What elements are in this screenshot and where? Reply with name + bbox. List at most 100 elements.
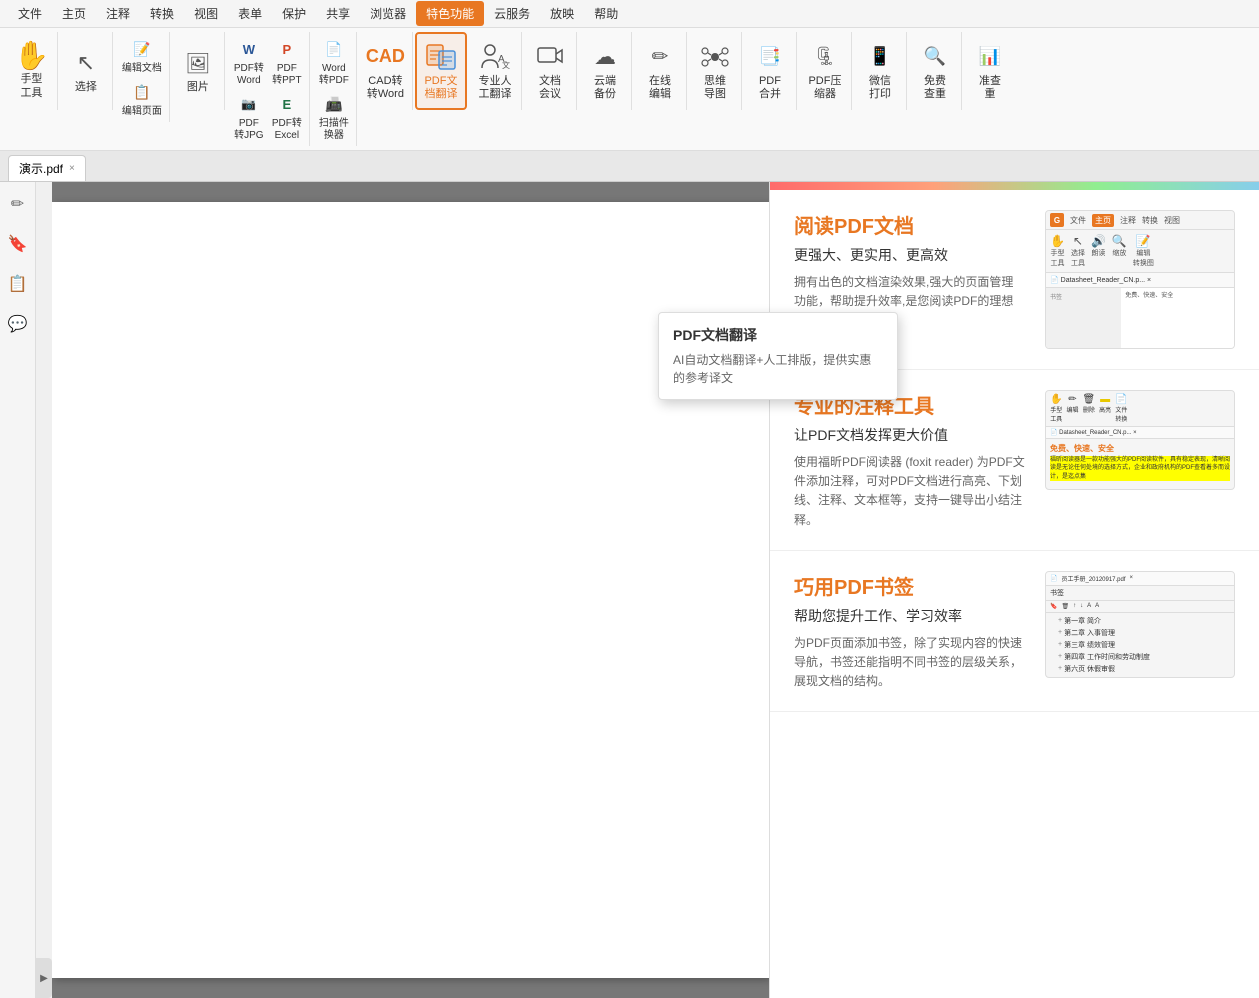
pdf-translate-button[interactable]: PDF文档翻译: [419, 38, 463, 104]
online-edit-icon: ✏: [644, 41, 676, 73]
pdf-excel-icon: E: [274, 91, 300, 117]
pdf-to-word-button[interactable]: W PDF转Word: [231, 34, 267, 89]
translate-icon: [425, 41, 457, 73]
scan-icon: 📠: [321, 91, 347, 117]
menu-item-view[interactable]: 视图: [184, 1, 228, 26]
close-icon[interactable]: ×: [69, 163, 75, 174]
tooltip-title: PDF文档翻译: [673, 325, 883, 345]
menu-item-cloud[interactable]: 云服务: [484, 1, 540, 26]
promo-desc-annotation: 使用福昕PDF阅读器 (foxit reader) 为PDF文件添加注释，可对P…: [794, 453, 1025, 530]
promo-header-bar: [770, 182, 1259, 190]
menu-item-share[interactable]: 共享: [316, 1, 360, 26]
menu-item-form[interactable]: 表单: [228, 1, 272, 26]
tab-file[interactable]: 演示.pdf ×: [8, 155, 86, 181]
promo-panel: 阅读PDF文档 更强大、更实用、更高效 拥有出色的文档渲染效果,强大的页面管理功…: [769, 182, 1259, 998]
pdf-word-icon: W: [236, 36, 262, 62]
word-pdf-icon: 📄: [321, 36, 347, 62]
pdf-convert-group: W PDF转Word P PDF转PPT 📷 PDF转JPG E PDF转Exc…: [227, 32, 310, 146]
promo-text-bookmark: 巧用PDF书签 帮助您提升工作、学习效率 为PDF页面添加书签，除了实现内容的快…: [794, 571, 1025, 692]
menu-item-help[interactable]: 帮助: [584, 1, 628, 26]
pdf-area: [52, 182, 769, 998]
free-check-button[interactable]: 🔍 免费查重: [913, 38, 957, 104]
word-to-pdf-button[interactable]: 📄 Word转PDF: [316, 34, 352, 89]
image-button[interactable]: 🖼 图片: [176, 44, 220, 97]
tooltip-popup: PDF文档翻译 AI自动文档翻译+人工排版，提供实惠的参考译文: [658, 312, 898, 400]
human-translate-group: A 文 专业人工翻译: [469, 32, 522, 110]
human-translate-button[interactable]: A 文 专业人工翻译: [473, 38, 517, 104]
pdf-to-jpg-button[interactable]: 📷 PDF转JPG: [231, 89, 267, 144]
svg-text:文: 文: [502, 60, 510, 70]
online-edit-button[interactable]: ✏ 在线编辑: [638, 38, 682, 104]
edit-page-button[interactable]: 📋 编辑页面: [119, 77, 165, 120]
wechat-print-button[interactable]: 📱 微信打印: [858, 38, 902, 104]
promo-image-read: G 文件 主页 注释 转换 视图 ✋ 手型 工具: [1045, 210, 1235, 349]
collapse-arrow[interactable]: ▶: [36, 958, 52, 998]
left-sidebar: ✏ 🔖 📋 💬: [0, 182, 36, 998]
cloud-icon: ☁: [589, 41, 621, 73]
scan-check-button[interactable]: 📊 准查重: [968, 38, 1012, 104]
select-icon: ↖: [70, 47, 102, 79]
free-check-icon: 🔍: [919, 41, 951, 73]
sidebar-comment-icon[interactable]: 💬: [4, 310, 32, 338]
edit-page-icon: 📋: [129, 79, 155, 105]
wechat-icon: 📱: [864, 41, 896, 73]
menu-item-special[interactable]: 特色功能: [416, 1, 484, 26]
hand-icon: ✋: [14, 42, 49, 70]
pdf-compress-group: 🗜 PDF压缩器: [799, 32, 852, 110]
mind-map-group: 思维导图: [689, 32, 742, 110]
mini-bookmark-tree: 第一章 简介 第二章 入事管理 第三章 绩效管理 第四章 工作时间和劳动制度 第…: [1046, 613, 1234, 677]
select-tool-group: ↖ 选择: [60, 32, 113, 110]
mini-logo: G: [1050, 213, 1064, 227]
doc-meeting-button[interactable]: 文档会议: [528, 38, 572, 104]
main-area: ✏ 🔖 📋 💬 ▶ 阅读PDF文档 更强大、更实用、更高效 拥有出色的文档渲染效…: [0, 182, 1259, 998]
menu-item-browser[interactable]: 浏览器: [360, 1, 416, 26]
pdf-ppt-icon: P: [274, 36, 300, 62]
hand-tool-group: ✋ 手型 工具: [6, 32, 58, 110]
mind-map-button[interactable]: 思维导图: [693, 38, 737, 104]
pdf-merge-group: 📑 PDF合并: [744, 32, 797, 110]
image-group: 🖼 图片: [172, 32, 225, 110]
mini-reader-toolbar: G 文件 主页 注释 转换 视图: [1046, 211, 1234, 230]
scan-replace-button[interactable]: 📠 扫描件换器: [316, 89, 352, 144]
cloud-backup-button[interactable]: ☁ 云端备份: [583, 38, 627, 104]
cloud-backup-group: ☁ 云端备份: [579, 32, 632, 110]
pdf-merge-button[interactable]: 📑 PDF合并: [748, 38, 792, 104]
sidebar-bookmark-icon[interactable]: 🔖: [4, 230, 32, 258]
pdf-to-excel-button[interactable]: E PDF转Excel: [269, 89, 305, 144]
toolbar: ✋ 手型 工具 ↖ 选择 📝 编辑文档 📋 编辑页面 🖼 图片 W: [0, 28, 1259, 151]
sidebar-pages-icon[interactable]: 📋: [4, 270, 32, 298]
select-tool-button[interactable]: ↖ 选择: [64, 44, 108, 97]
promo-desc-bookmark: 为PDF页面添加书签，除了实现内容的快速导航，书签还能指明不同书签的层级关系，展…: [794, 634, 1025, 692]
mini-reader-app: G 文件 主页 注释 转换 视图 ✋ 手型 工具: [1046, 211, 1234, 348]
hand-tool-button[interactable]: ✋ 手型 工具: [10, 38, 53, 103]
edit-doc-button[interactable]: 📝 编辑文档: [119, 34, 165, 77]
pdf-jpg-icon: 📷: [236, 91, 262, 117]
menu-item-protect[interactable]: 保护: [272, 1, 316, 26]
menu-bar: 文件 主页 注释 转换 视图 表单 保护 共享 浏览器 特色功能 云服务 放映 …: [0, 0, 1259, 28]
meeting-icon: [534, 41, 566, 73]
pdf-compress-button[interactable]: 🗜 PDF压缩器: [803, 38, 847, 104]
scan-check-group: 📊 准查重: [964, 32, 1016, 110]
tooltip-desc: AI自动文档翻译+人工排版，提供实惠的参考译文: [673, 351, 883, 387]
menu-item-home[interactable]: 主页: [52, 1, 96, 26]
menu-item-annotate[interactable]: 注释: [96, 1, 140, 26]
online-edit-group: ✏ 在线编辑: [634, 32, 687, 110]
edit-group: 📝 编辑文档 📋 编辑页面: [115, 32, 170, 122]
cad-to-word-button[interactable]: CAD CAD转转Word: [363, 38, 408, 104]
pdf-to-ppt-button[interactable]: P PDF转PPT: [269, 34, 305, 89]
mini-bookmark-app: 📄 员工手册_20120917.pdf × 书签 🔖🗑↑↓AA 第一章 简介 第…: [1046, 572, 1234, 677]
human-translate-icon: A 文: [479, 41, 511, 73]
free-check-group: 🔍 免费查重: [909, 32, 962, 110]
doc-meeting-group: 文档会议: [524, 32, 577, 110]
mindmap-icon: [699, 41, 731, 73]
cad-icon: CAD: [369, 41, 401, 73]
menu-item-present[interactable]: 放映: [540, 1, 584, 26]
menu-item-convert[interactable]: 转换: [140, 1, 184, 26]
menu-item-file[interactable]: 文件: [8, 1, 52, 26]
tab-bar: 演示.pdf ×: [0, 151, 1259, 182]
sidebar-edit-icon[interactable]: ✏: [4, 190, 32, 218]
pdf-translate-group: PDF文档翻译: [415, 32, 467, 110]
promo-title-read: 阅读PDF文档: [794, 210, 1025, 239]
scan-check-icon: 📊: [974, 41, 1006, 73]
promo-title-bookmark: 巧用PDF书签: [794, 571, 1025, 600]
